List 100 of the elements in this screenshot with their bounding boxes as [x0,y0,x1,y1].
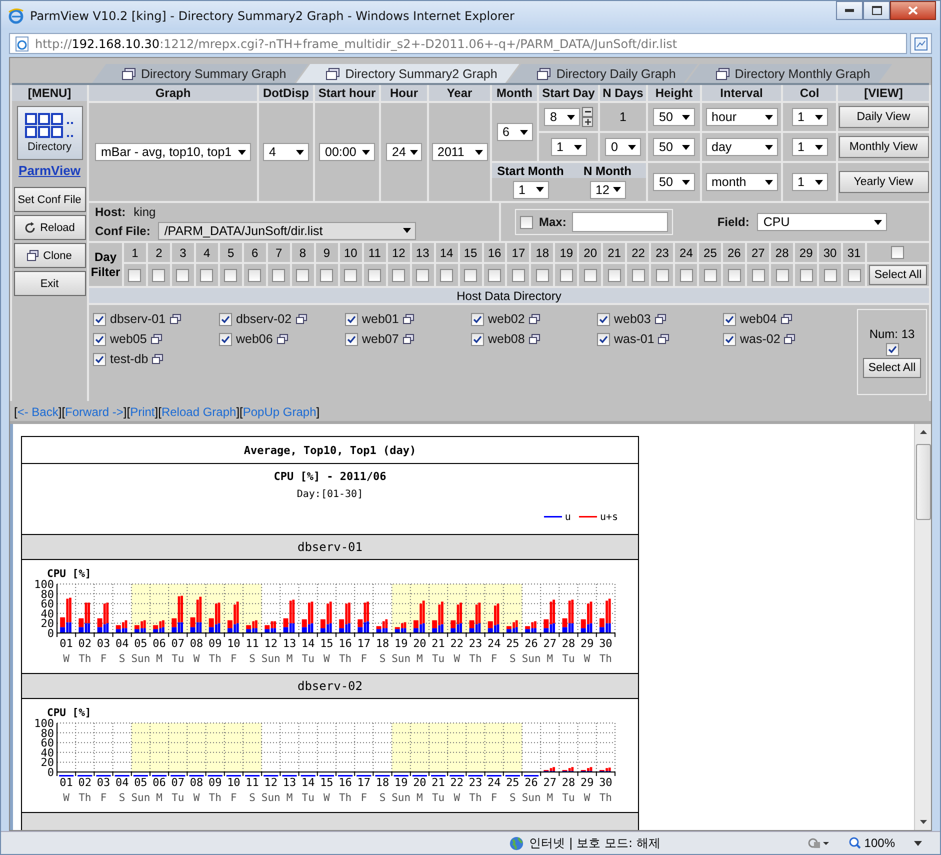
weekday-label: W [584,653,590,665]
weekday-label: Tu [562,653,575,665]
day-number: 25 [699,243,722,262]
field-label: Field: [717,215,750,229]
legend-label: u+s [600,512,618,523]
day-number: 5 [220,243,242,262]
bracket: ] [316,404,320,418]
tick-label: 27 [543,776,557,789]
host-header: dbserv-02 [22,674,638,699]
axis-title: CPU [%] [47,707,92,719]
tick-label: 27 [543,637,557,650]
day-number: 4 [196,243,218,262]
tick-label: 01 [60,637,73,650]
bracket: ] [154,404,158,418]
window-title: ParmView V10.2 [king] - Directory Summary2 Graph - Windows Internet Explorer [30,8,516,22]
tick-label: 02 [78,637,92,650]
day-number: 22 [627,243,650,262]
tick-label: 15 [320,637,334,650]
axis-title: CPU [%] [47,568,92,580]
column-header: Start hour [315,85,379,101]
chart-title: CPU [%] - 2011/06 [274,470,386,483]
tick-label: 09 [208,637,222,650]
date-range: Day:[01-30] [296,489,364,500]
tick-label: 29 [580,776,594,789]
tick-label: 20 [413,637,426,650]
weekday-label: S [510,653,516,665]
weekday-label: S [379,792,386,804]
column-header: [VIEW] [838,85,929,101]
weekday-label: Sun [392,792,411,804]
weekday-label: W [193,792,200,804]
weekday-label: W [193,653,200,665]
column-header: Graph [89,85,257,101]
weekday-label: Th [469,653,482,665]
weekday-label: W [454,792,460,804]
weekday-label: S [118,653,126,665]
weekday-label: M [546,792,554,804]
day-number: 29 [795,243,818,262]
weekday-label: Sun [261,653,280,665]
tick-label: 25 [506,776,520,789]
day-number: 18 [531,243,554,262]
weekday-label: Sun [131,653,150,665]
weekday-label: Th [338,792,352,804]
tick-label: 14 [301,637,315,650]
column-header: Start Month [492,163,569,178]
field-label: Conf File: [95,224,150,238]
section-header: Host Data Directory [89,288,929,303]
weekday-label: Sun [522,653,541,665]
weekday-label: Sun [261,792,280,804]
day-number: 20 [579,243,602,262]
column-header: Start Day [539,85,598,101]
day-number: 27 [747,243,770,262]
tick-label: 16 [338,776,352,789]
tick-label: 12 [264,637,278,650]
weekday-label: Tu [432,792,445,804]
bracket: [ [62,404,66,418]
weekday-label: Tu [432,653,445,665]
tick-label: 19 [394,776,408,789]
tick-label: 08 [190,637,204,650]
column-header: N Month [569,163,646,178]
tick-label: 03 [96,776,110,789]
tick-label: 18 [376,637,390,650]
bracket: ] [236,404,240,418]
tick-label: 08 [190,776,204,789]
tick-label: 12 [264,776,278,789]
tick-label: 06 [152,776,166,789]
field-label: Host: [95,204,126,218]
weekday-label: M [156,653,162,665]
day-number: 19 [555,243,578,262]
weekday-label: F [230,653,237,665]
weekday-label: Th [599,792,612,804]
weekday-label: Sun [392,653,411,665]
report-title: Average, Top10, Top1 (day) [22,437,638,464]
weekday-label: F [100,792,107,804]
day-number: 26 [723,243,746,262]
weekday-label: W [454,653,460,665]
tick-label: 24 [487,776,501,789]
legend-label: u [564,512,571,523]
tick-label: 18 [376,776,390,789]
tick-label: 0 [47,766,54,779]
day-number: 15 [460,243,482,262]
tick-label: 13 [282,776,296,789]
day-number: 28 [771,243,794,262]
bracket: ] [123,404,127,418]
day-number: 31 [843,243,865,262]
tick-label: 11 [246,637,259,650]
weekday-label: F [490,792,498,804]
host-count: Num: 13 [869,326,915,340]
url-text: http://192.168.10.30:1212/mrepx.cgi?-nTH+frame_multidir_s2+-D2011.06+-q+/PARM_DATA/JunSoft/dir.list [35,36,678,50]
day-number: 30 [819,243,842,262]
tick-label: 26 [524,637,538,650]
tick-label: 24 [487,637,501,650]
bracket: [ [14,404,18,418]
weekday-label: Tu [302,792,314,804]
tick-label: 07 [171,637,185,650]
tick-label: 21 [432,637,445,650]
day-number: 13 [412,243,434,262]
tick-label: 05 [134,637,148,650]
tick-label: 23 [468,637,482,650]
weekday-label: Th [599,653,612,665]
day-number: 17 [507,243,530,262]
